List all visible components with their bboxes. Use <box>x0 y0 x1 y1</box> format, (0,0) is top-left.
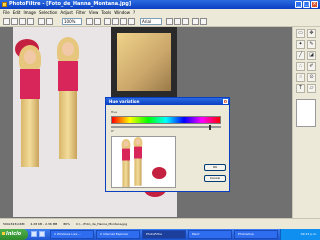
rotate-icon[interactable] <box>182 18 189 25</box>
blur-finger-icon[interactable]: ☝ <box>296 73 305 82</box>
stamp-icon[interactable]: ⊙ <box>307 73 316 82</box>
save-icon[interactable] <box>19 18 26 25</box>
start-button[interactable]: Inicio <box>0 229 28 240</box>
taskbar-item[interactable]: Photoshop <box>234 230 278 239</box>
brightness-icon[interactable] <box>104 18 111 25</box>
gamma-icon[interactable] <box>128 18 135 25</box>
taskbar-item-active[interactable]: PhotoFiltre <box>142 230 186 239</box>
maximize-button[interactable]: □ <box>303 1 310 8</box>
font-select[interactable]: Arial <box>140 18 162 25</box>
windows-flag-icon <box>2 232 5 235</box>
status-file: C:\...\Foto_de_Hanna_Montana.jpg <box>76 222 128 226</box>
open-file-icon[interactable] <box>11 18 18 25</box>
magic-wand-icon[interactable]: ✦ <box>296 40 305 49</box>
hue-variation-dialog: Hue variation × Hue 0° OK Cancel <box>105 97 230 192</box>
cancel-button[interactable]: Cancel <box>204 175 226 182</box>
minimize-button[interactable]: _ <box>295 1 302 8</box>
menu-edit[interactable]: Edit <box>13 10 21 15</box>
text-tool-icon[interactable]: T <box>296 84 305 93</box>
menu-filter[interactable]: Filter <box>76 10 86 15</box>
line-tool-icon[interactable]: ╱ <box>296 51 305 60</box>
image-canvas[interactable]: Hue variation × Hue 0° OK Cancel <box>0 27 292 218</box>
brush-icon[interactable]: ✐ <box>307 62 316 71</box>
taskbar-item[interactable]: Paint <box>188 230 232 239</box>
portrait-closeup <box>117 33 171 91</box>
title-bar: PhotoFiltre - [Foto_de_Hanna_Montana.jpg… <box>0 0 320 9</box>
hue-label: Hue <box>111 110 118 114</box>
eyedropper-icon[interactable]: ✎ <box>307 40 316 49</box>
preview-figure <box>120 139 132 187</box>
window-controls: _ □ × <box>295 1 318 8</box>
menu-window[interactable]: Window <box>114 10 130 15</box>
hue-slider-track[interactable] <box>111 126 221 128</box>
print-icon[interactable] <box>27 18 34 25</box>
start-label: Inicio <box>6 231 22 237</box>
zoom-in-icon[interactable] <box>86 18 93 25</box>
menu-adjust[interactable]: Adjust <box>60 10 73 15</box>
dialog-title: Hue variation <box>109 99 140 104</box>
taskbar-item[interactable]: 2 Windows Live ... <box>50 230 94 239</box>
hue-value: 0° <box>111 129 115 133</box>
status-bar: 500x343x16M 4.28 KB - 2.36 MB 80% C:\...… <box>0 218 320 229</box>
taskbar: Inicio 2 Windows Live ... 2 Internet Exp… <box>0 229 320 240</box>
preview-figure <box>132 137 144 187</box>
spray-icon[interactable]: ∴ <box>296 62 305 71</box>
status-info: 4.28 KB - 2.36 MB <box>30 222 58 226</box>
saturation-icon[interactable] <box>120 18 127 25</box>
menu-image[interactable]: Image <box>23 10 36 15</box>
redo-icon[interactable] <box>46 18 53 25</box>
eraser-icon[interactable]: ▱ <box>307 84 316 93</box>
taskbar-item[interactable]: 2 Internet Explorer <box>96 230 140 239</box>
menu-view[interactable]: View <box>89 10 99 15</box>
contrast-icon[interactable] <box>112 18 119 25</box>
menu-selection[interactable]: Selection <box>39 10 57 15</box>
zoom-out-icon[interactable] <box>94 18 101 25</box>
status-dimensions: 500x343x16M <box>3 222 25 226</box>
preview-red-shape <box>152 167 167 179</box>
hue-slider-thumb[interactable] <box>209 125 211 130</box>
flip-vertical-icon[interactable] <box>174 18 181 25</box>
menu-help[interactable]: ? <box>133 10 135 15</box>
ok-button[interactable]: OK <box>204 164 226 171</box>
dialog-close-button[interactable]: × <box>223 99 228 104</box>
status-zoom: 80% <box>63 222 71 226</box>
browser-quicklaunch-icon[interactable] <box>39 231 45 237</box>
hue-spectrum <box>111 116 221 124</box>
window-title: PhotoFiltre - [Foto_de_Hanna_Montana.jpg… <box>9 1 132 7</box>
undo-icon[interactable] <box>38 18 45 25</box>
preview-thumbnail <box>111 136 176 188</box>
zoom-select[interactable]: 100% <box>62 18 82 25</box>
menu-file[interactable]: File <box>3 10 10 15</box>
flip-horizontal-icon[interactable] <box>166 18 173 25</box>
close-button[interactable]: × <box>311 1 318 8</box>
menu-bar: File Edit Image Selection Adjust Filter … <box>0 9 320 16</box>
system-tray: 09:13 p.m. <box>280 229 320 240</box>
figure-right <box>53 37 83 162</box>
photofiltre-app-icon <box>2 2 7 7</box>
tool-options-panel <box>296 99 316 127</box>
film-strip-image <box>111 27 177 97</box>
crop-icon[interactable] <box>192 18 199 25</box>
clock: 09:13 p.m. <box>300 232 317 236</box>
fill-bucket-icon[interactable]: ◪ <box>307 51 316 60</box>
tools-palette: ▭ ✥ ✦ ✎ ╱ ◪ ∴ ✐ ☝ ⊙ T ▱ <box>292 27 320 218</box>
new-file-icon[interactable] <box>3 18 10 25</box>
toolbar: 100% Arial <box>0 16 320 27</box>
select-tool-icon[interactable]: ▭ <box>296 29 305 38</box>
menu-tools[interactable]: Tools <box>101 10 111 15</box>
resize-icon[interactable] <box>200 18 207 25</box>
move-tool-icon[interactable]: ✥ <box>307 29 316 38</box>
dialog-title-bar: Hue variation × <box>106 98 229 105</box>
figure-left <box>15 45 45 170</box>
show-desktop-icon[interactable] <box>31 231 37 237</box>
